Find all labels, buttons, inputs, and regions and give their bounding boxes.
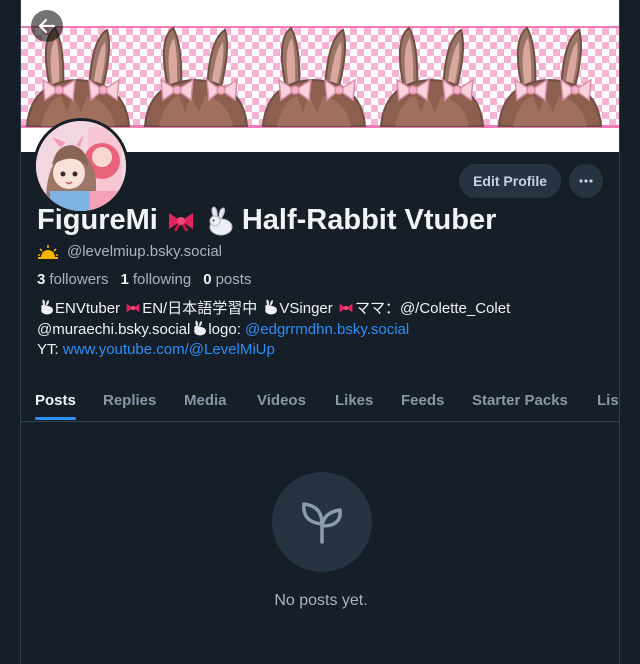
bio-text: ママ：@/Colette_Colet	[354, 300, 511, 317]
rabbit-icon	[41, 299, 53, 315]
tab-likes[interactable]: Likes	[335, 378, 373, 422]
bio-line-1: ENVtuber EN/日本語学習中 VSinger ママ：@/Colette_…	[37, 299, 607, 320]
tab-lists[interactable]: Lists	[597, 378, 619, 422]
ribbon-icon	[339, 303, 353, 313]
bio-text: VSinger	[279, 300, 333, 317]
ribbon-icon	[168, 212, 193, 232]
bio-line-2: @muraechi.bsky.social logo: @edgrrmdhn.bs…	[37, 320, 607, 341]
handle[interactable]: @levelmiup.bsky.social	[67, 243, 222, 260]
bio-mention[interactable]: @muraechi.bsky.social	[37, 321, 190, 338]
profile-stats: 3 followers 1 following 0 posts	[37, 271, 251, 288]
tab-starter-packs[interactable]: Starter Packs	[472, 378, 568, 422]
bio-link-youtube[interactable]: www.youtube.com/@LevelMiUp	[63, 341, 275, 358]
tab-media[interactable]: Media	[184, 378, 227, 422]
bio-text: EN/日本語学習中	[142, 300, 258, 317]
bio-link-mention[interactable]: @edgrrmdhn.bsky.social	[245, 321, 409, 338]
empty-state-icon-circle	[272, 472, 372, 572]
tab-feeds[interactable]: Feeds	[401, 378, 444, 422]
rabbit-icon	[194, 320, 207, 335]
tab-videos[interactable]: Videos	[257, 378, 306, 422]
back-button[interactable]	[31, 10, 63, 42]
avatar[interactable]	[33, 118, 129, 214]
bio-text: logo:	[208, 320, 241, 338]
arrow-left-icon	[38, 18, 56, 34]
handle-row: @levelmiup.bsky.social	[37, 243, 222, 260]
display-name: FigureMi Half-Rabbit Vtuber	[37, 204, 496, 237]
profile-page: Edit Profile FigureMi Half-Rabbit Vtuber	[20, 0, 620, 664]
profile-header-actions: Edit Profile	[459, 164, 603, 198]
edit-profile-button[interactable]: Edit Profile	[459, 164, 561, 198]
sunrise-icon	[38, 244, 58, 259]
rabbit-icon	[209, 205, 233, 235]
followers-stat[interactable]: 3 followers	[37, 271, 109, 288]
tab-posts[interactable]: Posts	[35, 378, 76, 422]
more-options-button[interactable]	[569, 164, 603, 198]
rabbit-icon	[265, 299, 278, 315]
profile-bio: ENVtuber EN/日本語学習中 VSinger ママ：@/Colette_…	[37, 299, 607, 361]
bio-text: ENVtuber	[55, 300, 121, 317]
sprout-icon	[302, 502, 342, 544]
ellipsis-icon	[579, 179, 593, 183]
avatar-illustration	[36, 121, 126, 211]
empty-state-message: No posts yet.	[274, 592, 368, 609]
posts-stat: 0 posts	[203, 271, 252, 288]
display-name-suffix: Half-Rabbit Vtuber	[241, 204, 497, 236]
ribbon-icon	[126, 303, 140, 313]
tab-replies[interactable]: Replies	[103, 378, 156, 422]
profile-tabs: Posts Replies Media Videos Likes Feeds S…	[21, 378, 619, 422]
bio-line-3: YT: www.youtube.com/@LevelMiUp	[37, 340, 607, 361]
following-stat[interactable]: 1 following	[121, 271, 192, 288]
bio-text: YT:	[37, 341, 59, 358]
active-tab-indicator	[35, 417, 76, 420]
